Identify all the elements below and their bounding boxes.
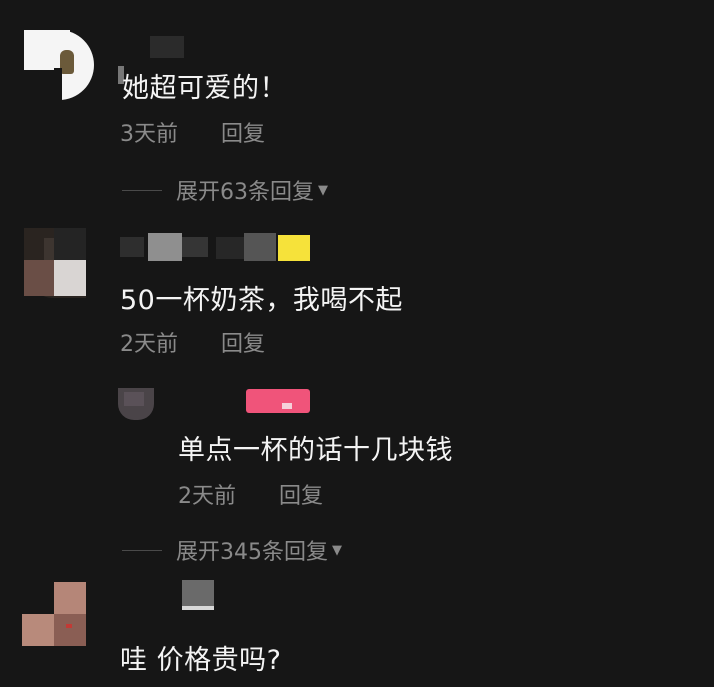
username-pixelated[interactable] <box>182 580 214 612</box>
divider <box>122 189 162 191</box>
expand-replies-label: 展开63条回复 <box>176 180 314 205</box>
reply-avatar[interactable] <box>118 388 154 420</box>
reply-username-pixelated[interactable] <box>246 389 310 413</box>
reply-button[interactable]: 回复 <box>279 484 323 509</box>
comment-time: 3天前 <box>120 122 178 147</box>
username-pixelated[interactable] <box>150 36 184 58</box>
caret-down-icon: ▼ <box>318 182 328 198</box>
comment-time: 2天前 <box>120 332 178 357</box>
reply-time: 2天前 <box>178 484 236 509</box>
expand-replies-button[interactable]: 展开63条回复 ▼ <box>122 174 328 206</box>
comment-text: 她超可爱的！ <box>122 73 287 104</box>
comment-text: 哇 价格贵吗? <box>120 645 282 676</box>
caret-down-icon: ▼ <box>332 542 342 558</box>
comment-meta: 3天前 回复 <box>120 116 265 148</box>
reply-meta: 2天前 回复 <box>178 478 323 510</box>
reply-button[interactable]: 回复 <box>221 122 265 147</box>
username-pixelated[interactable] <box>120 233 310 261</box>
comment-text: 50一杯奶茶，我喝不起 <box>120 285 403 316</box>
comment-meta: 2天前 回复 <box>120 326 265 358</box>
avatar[interactable] <box>24 228 86 298</box>
expand-replies-button[interactable]: 展开345条回复 ▼ <box>122 534 342 566</box>
divider <box>122 549 162 551</box>
avatar[interactable] <box>24 30 94 102</box>
reply-button[interactable]: 回复 <box>221 332 265 357</box>
expand-replies-label: 展开345条回复 <box>176 540 328 565</box>
avatar[interactable] <box>22 582 86 646</box>
reply-text: 单点一杯的话十几块钱 <box>178 435 453 466</box>
